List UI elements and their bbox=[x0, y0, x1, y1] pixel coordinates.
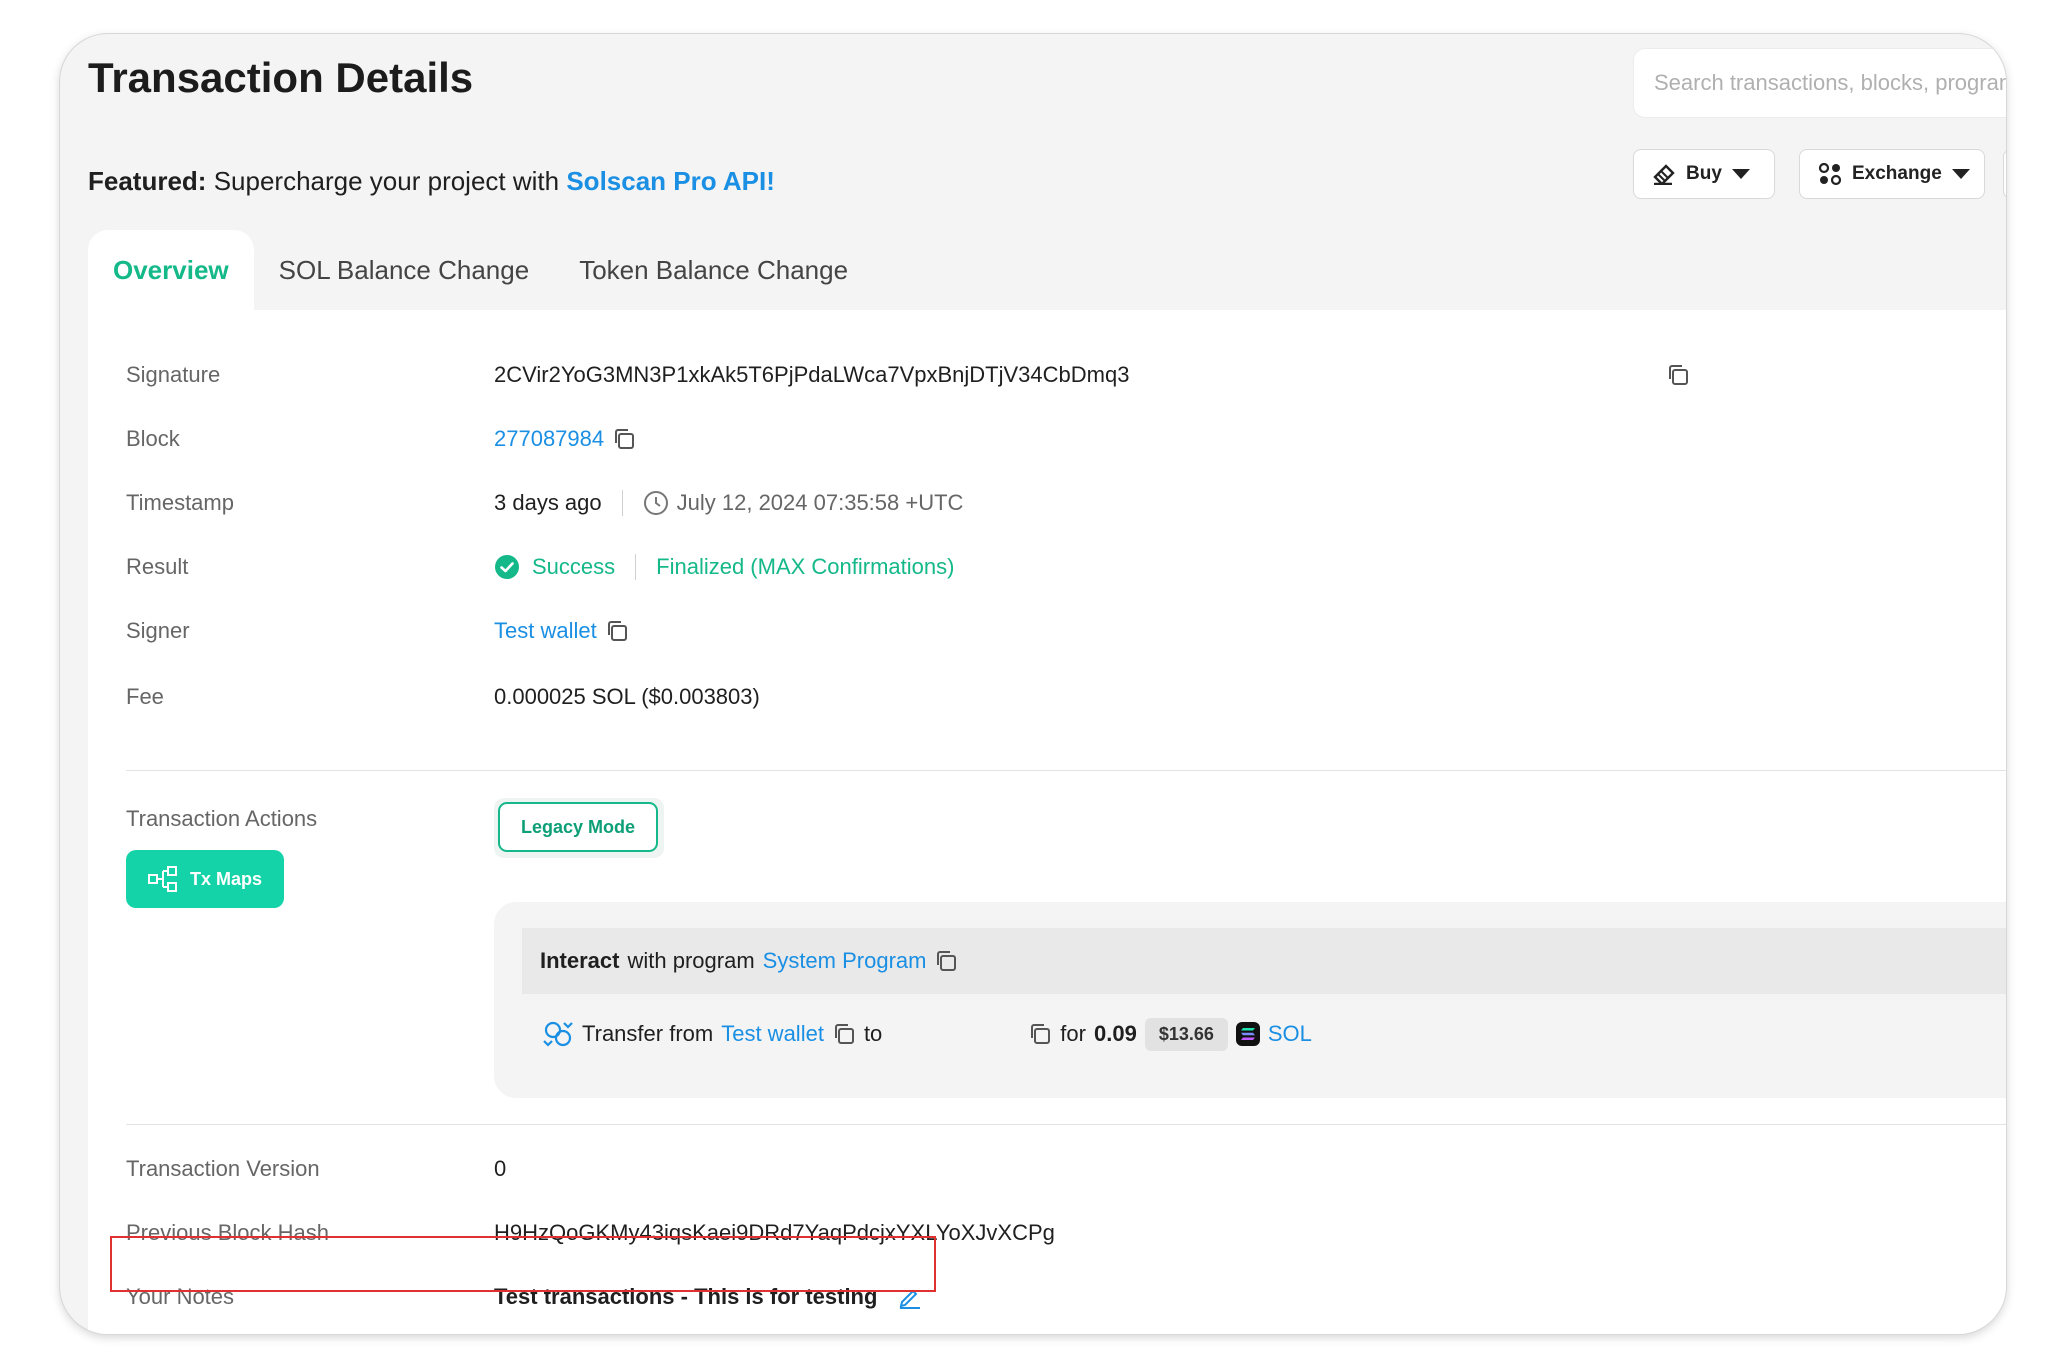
interact-bar: Interact with program System Program bbox=[522, 928, 2006, 994]
block-link[interactable]: 277087984 bbox=[494, 424, 604, 454]
interact-text: with program bbox=[627, 948, 755, 973]
transaction-version-value: 0 bbox=[494, 1156, 507, 1181]
window-frame: Transaction Details Search transactions,… bbox=[60, 34, 2006, 1334]
featured-prefix: Featured: bbox=[88, 166, 207, 196]
result-label: Result bbox=[126, 554, 189, 579]
timestamp-relative: 3 days ago bbox=[494, 490, 602, 515]
signature-label: Signature bbox=[126, 362, 221, 387]
transfer-to-text: to bbox=[863, 1021, 883, 1046]
buy-button[interactable]: Buy bbox=[1633, 149, 1775, 199]
featured-banner: Featured: Supercharge your project with … bbox=[88, 166, 775, 197]
result-finality: Finalized (MAX Confirmations) bbox=[656, 554, 955, 579]
tab-sol-balance-change[interactable]: SOL Balance Change bbox=[254, 230, 555, 310]
system-program-link[interactable]: System Program bbox=[763, 948, 927, 974]
overview-panel: Signature 2CVir2YoG3MN3P1xkAk5T6PjPdaLWc… bbox=[88, 310, 2006, 1334]
transfer-icon bbox=[542, 1019, 574, 1049]
transaction-actions-label: Transaction Actions bbox=[126, 806, 318, 831]
copy-icon[interactable] bbox=[832, 1022, 856, 1046]
more-header-button[interactable] bbox=[2003, 149, 2006, 199]
tab-bar: Overview SOL Balance Change Token Balanc… bbox=[88, 230, 873, 310]
copy-icon[interactable] bbox=[1028, 1022, 1052, 1046]
result-status: Success bbox=[532, 554, 616, 579]
featured-text: Supercharge your project with bbox=[213, 166, 560, 196]
section-divider bbox=[126, 770, 2006, 771]
usd-value-badge: $13.66 bbox=[1144, 1017, 1228, 1051]
tab-token-balance-change[interactable]: Token Balance Change bbox=[554, 230, 873, 310]
result-value-group: Success Finalized (MAX Confirmations) bbox=[494, 552, 954, 582]
solscan-pro-api-link[interactable]: Solscan Pro API! bbox=[566, 166, 775, 196]
transfer-for-text: for bbox=[1060, 1021, 1086, 1046]
exchange-icon bbox=[1818, 162, 1842, 186]
copy-icon[interactable] bbox=[934, 949, 958, 973]
clock-icon bbox=[643, 490, 669, 516]
exchange-label: Exchange bbox=[1852, 163, 1942, 184]
sol-token-icon bbox=[1235, 1022, 1260, 1046]
search-placeholder: Search transactions, blocks, programs an… bbox=[1654, 70, 2006, 95]
signature-value: 2CVir2YoG3MN3P1xkAk5T6PjPdaLWca7VpxBnjDT… bbox=[494, 362, 1130, 387]
fee-label: Fee bbox=[126, 684, 164, 709]
copy-icon[interactable] bbox=[612, 427, 636, 451]
separator bbox=[621, 490, 623, 516]
tx-maps-button[interactable]: Tx Maps bbox=[126, 850, 284, 908]
check-circle-icon bbox=[494, 554, 520, 580]
transfer-row: Transfer from Test wallet to for 0.09 $1… bbox=[542, 1012, 1312, 1056]
separator bbox=[635, 554, 637, 580]
legacy-mode-button[interactable]: Legacy Mode bbox=[498, 802, 658, 852]
tx-maps-label: Tx Maps bbox=[189, 868, 263, 889]
section-divider bbox=[126, 1124, 2006, 1125]
timestamp-absolute: July 12, 2024 07:35:58 +UTC bbox=[676, 490, 964, 515]
interact-bold: Interact bbox=[540, 948, 620, 973]
transfer-text: Transfer from bbox=[582, 1021, 714, 1046]
page-title: Transaction Details bbox=[88, 54, 474, 101]
transfer-from-link[interactable]: Test wallet bbox=[721, 1021, 824, 1047]
transaction-version-label: Transaction Version bbox=[126, 1156, 320, 1181]
tab-overview[interactable]: Overview bbox=[88, 230, 254, 310]
fee-value: 0.000025 SOL ($0.003803) bbox=[494, 684, 760, 709]
transfer-amount: 0.09 bbox=[1093, 1021, 1137, 1046]
chevron-down-icon bbox=[1951, 169, 1970, 179]
notes-highlight-box bbox=[110, 1236, 936, 1292]
legacy-mode-wrap: Legacy Mode bbox=[494, 798, 664, 858]
timestamp-label: Timestamp bbox=[126, 490, 234, 515]
buy-label: Buy bbox=[1686, 163, 1722, 184]
flowchart-icon bbox=[147, 865, 178, 893]
block-value-group: 277087984 bbox=[494, 424, 636, 454]
signer-link[interactable]: Test wallet bbox=[494, 616, 597, 646]
copy-icon[interactable] bbox=[1666, 363, 1690, 387]
instruction-card: Interact with program System Program Tra… bbox=[494, 902, 2006, 1098]
buy-icon bbox=[1652, 163, 1676, 185]
copy-icon[interactable] bbox=[605, 619, 629, 643]
block-label: Block bbox=[126, 426, 180, 451]
sol-token-link[interactable]: SOL bbox=[1268, 1021, 1312, 1047]
signer-value-group: Test wallet bbox=[494, 616, 629, 646]
search-input[interactable]: Search transactions, blocks, programs an… bbox=[1633, 48, 2006, 118]
signer-label: Signer bbox=[126, 618, 190, 643]
timestamp-value-group: 3 days ago July 12, 2024 07:35:58 +UTC bbox=[494, 488, 963, 518]
chevron-down-icon bbox=[1731, 169, 1750, 179]
exchange-button[interactable]: Exchange bbox=[1799, 149, 1985, 199]
